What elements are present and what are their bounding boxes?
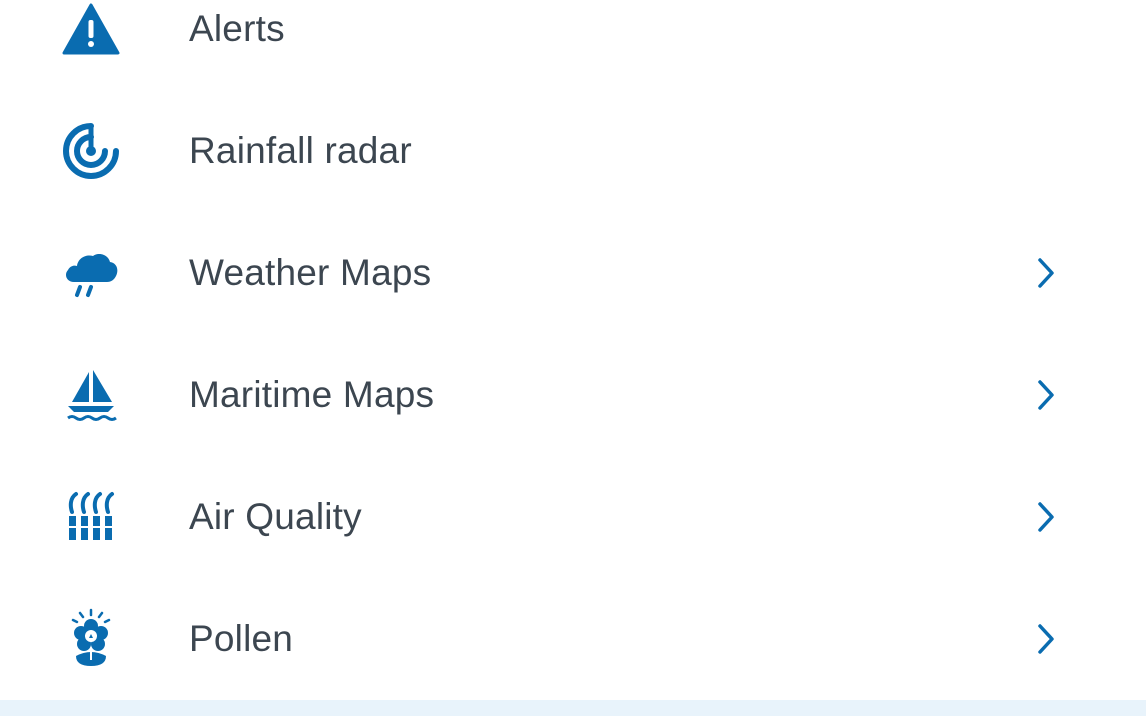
menu-item-label: Weather Maps xyxy=(189,252,432,293)
air-quality-icon xyxy=(60,486,122,548)
menu-item-alerts[interactable]: Alerts xyxy=(0,0,1146,90)
menu-item-maritime-maps[interactable]: Maritime Maps xyxy=(0,334,1146,456)
menu-item-label: Maritime Maps xyxy=(189,374,435,415)
pollen-flower-icon xyxy=(60,608,122,670)
menu-item-weather-maps[interactable]: Weather Maps xyxy=(0,212,1146,334)
chevron-right-icon xyxy=(1030,497,1062,537)
menu-item-pollen[interactable]: Pollen xyxy=(0,578,1146,700)
rain-cloud-icon xyxy=(60,242,122,304)
next-section-band xyxy=(0,700,1146,716)
menu-item-air-quality[interactable]: Air Quality xyxy=(0,456,1146,578)
warning-triangle-icon xyxy=(60,0,122,60)
chevron-right-icon xyxy=(1030,253,1062,293)
chevron-right-icon xyxy=(1030,375,1062,415)
sailboat-icon xyxy=(60,364,122,426)
menu-item-rainfall-radar[interactable]: Rainfall radar xyxy=(0,90,1146,212)
menu-item-label: Alerts xyxy=(189,8,285,49)
menu-item-label: Rainfall radar xyxy=(189,130,412,171)
menu-item-label: Air Quality xyxy=(189,496,362,537)
menu-item-label: Pollen xyxy=(189,618,294,659)
radar-icon xyxy=(60,120,122,182)
chevron-right-icon xyxy=(1030,619,1062,659)
menu-list: Alerts Rainfall radar Weather Maps Marit… xyxy=(0,0,1146,716)
